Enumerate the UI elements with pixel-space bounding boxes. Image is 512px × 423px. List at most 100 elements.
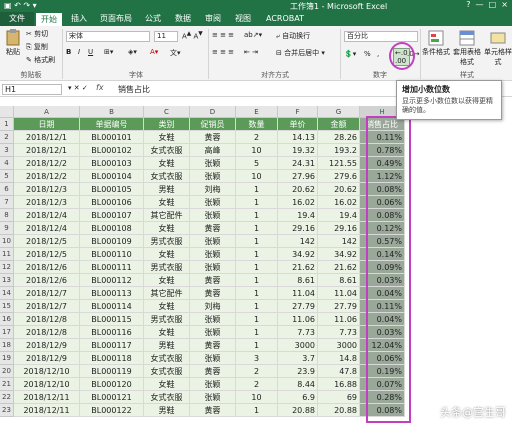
table-cell[interactable]: 黄蓉	[190, 404, 236, 417]
top-align-icon[interactable]: ≡ ≡ ≡	[212, 31, 234, 39]
name-box[interactable]: H1	[2, 84, 62, 95]
table-cell[interactable]: 0.09%	[360, 261, 405, 274]
table-cell[interactable]: 0.78%	[360, 144, 405, 157]
table-cell[interactable]: 142	[318, 235, 360, 248]
table-cell[interactable]: 1	[236, 313, 278, 326]
table-cell[interactable]: 2018/12/2	[14, 157, 80, 170]
help-icon[interactable]: ?	[466, 0, 470, 9]
table-cell[interactable]: 1.12%	[360, 170, 405, 183]
table-cell[interactable]: BL000104	[80, 170, 144, 183]
font-color-icon[interactable]: A▾	[150, 48, 158, 56]
conditional-format-button[interactable]: 条件格式	[422, 29, 450, 57]
table-cell[interactable]: 8.61	[278, 274, 318, 287]
table-cell[interactable]: BL000103	[80, 157, 144, 170]
table-cell[interactable]: 1	[236, 248, 278, 261]
fx-icon[interactable]: fx	[96, 83, 104, 92]
table-cell[interactable]: 0.06%	[360, 196, 405, 209]
row-header[interactable]: 22	[0, 391, 14, 404]
table-cell[interactable]: 其它配件	[144, 209, 190, 222]
table-cell[interactable]: 女鞋	[144, 300, 190, 313]
table-cell[interactable]: 29.16	[278, 222, 318, 235]
currency-icon[interactable]: 💲▾	[344, 50, 356, 58]
table-cell[interactable]: 女鞋	[144, 248, 190, 261]
table-cell[interactable]: BL000113	[80, 287, 144, 300]
font-size-select[interactable]: 11	[154, 31, 178, 42]
row-header[interactable]: 4	[0, 157, 14, 170]
table-cell[interactable]: BL000117	[80, 339, 144, 352]
table-cell[interactable]: 刘梅	[190, 300, 236, 313]
row-header[interactable]: 12	[0, 261, 14, 274]
table-cell[interactable]: 女鞋	[144, 157, 190, 170]
table-cell[interactable]: 男鞋	[144, 339, 190, 352]
table-cell[interactable]: BL000109	[80, 235, 144, 248]
tab-home[interactable]: 开始	[36, 12, 62, 26]
row-header[interactable]: 1	[0, 118, 14, 131]
column-header-b[interactable]: B	[80, 106, 144, 118]
table-cell[interactable]: 21.62	[318, 261, 360, 274]
table-cell[interactable]: 0.03%	[360, 274, 405, 287]
format-as-table-button[interactable]: 套用表格格式	[452, 29, 482, 67]
column-header-a[interactable]: A	[14, 106, 80, 118]
cut-button[interactable]: ✂ 剪切	[26, 29, 48, 39]
table-cell[interactable]: 2018/12/6	[14, 274, 80, 287]
maximize-button[interactable]: □	[489, 0, 497, 9]
table-cell[interactable]: 19.4	[278, 209, 318, 222]
table-cell[interactable]: 黄蓉	[190, 339, 236, 352]
table-cell[interactable]: 1	[236, 339, 278, 352]
table-cell[interactable]: 7.73	[278, 326, 318, 339]
table-cell[interactable]: 27.96	[278, 170, 318, 183]
table-header-cell[interactable]: 单据编号	[80, 118, 144, 131]
table-cell[interactable]: 3.7	[278, 352, 318, 365]
table-cell[interactable]: 张颖	[190, 326, 236, 339]
table-cell[interactable]: BL000114	[80, 300, 144, 313]
table-cell[interactable]: 2018/12/6	[14, 261, 80, 274]
table-cell[interactable]: 2018/12/4	[14, 222, 80, 235]
table-cell[interactable]: 0.06%	[360, 352, 405, 365]
table-cell[interactable]: 2018/12/1	[14, 144, 80, 157]
table-cell[interactable]: 0.08%	[360, 404, 405, 417]
table-cell[interactable]: 2	[236, 131, 278, 144]
table-cell[interactable]: 0.11%	[360, 131, 405, 144]
table-cell[interactable]: BL000115	[80, 313, 144, 326]
table-cell[interactable]: 8.44	[278, 378, 318, 391]
wrap-text-button[interactable]: ⤶ 自动换行	[276, 31, 310, 41]
row-header[interactable]: 18	[0, 339, 14, 352]
table-cell[interactable]: 刘梅	[190, 183, 236, 196]
table-header-cell[interactable]: 日期	[14, 118, 80, 131]
table-cell[interactable]: 1	[236, 235, 278, 248]
cell-styles-button[interactable]: 单元格样式	[484, 29, 512, 67]
table-cell[interactable]: BL000120	[80, 378, 144, 391]
row-header[interactable]: 14	[0, 287, 14, 300]
table-cell[interactable]: 女鞋	[144, 326, 190, 339]
table-cell[interactable]: 0.08%	[360, 183, 405, 196]
table-cell[interactable]: 张颖	[190, 313, 236, 326]
table-cell[interactable]: 1	[236, 300, 278, 313]
table-cell[interactable]: 2018/12/7	[14, 300, 80, 313]
table-cell[interactable]: 1	[236, 261, 278, 274]
minimize-button[interactable]: —	[476, 0, 484, 9]
table-cell[interactable]: 黄蓉	[190, 365, 236, 378]
table-cell[interactable]: 0.11%	[360, 300, 405, 313]
table-cell[interactable]: 3000	[318, 339, 360, 352]
table-cell[interactable]: BL000110	[80, 248, 144, 261]
table-cell[interactable]: 193.2	[318, 144, 360, 157]
table-cell[interactable]: 1	[236, 183, 278, 196]
table-cell[interactable]: 张颖	[190, 235, 236, 248]
table-cell[interactable]: 10	[236, 144, 278, 157]
quick-access-toolbar[interactable]: ▣ ↶ ↷ ▾	[4, 1, 37, 10]
tab-view[interactable]: 视图	[230, 12, 256, 26]
column-header-d[interactable]: D	[190, 106, 236, 118]
row-header[interactable]: 8	[0, 209, 14, 222]
table-cell[interactable]: 279.6	[318, 170, 360, 183]
table-cell[interactable]: 12.04%	[360, 339, 405, 352]
table-cell[interactable]: 高峰	[190, 144, 236, 157]
table-cell[interactable]: 7.73	[318, 326, 360, 339]
table-cell[interactable]: 黄蓉	[190, 222, 236, 235]
table-cell[interactable]: 女式衣服	[144, 170, 190, 183]
row-header[interactable]: 17	[0, 326, 14, 339]
table-cell[interactable]: 女鞋	[144, 196, 190, 209]
table-cell[interactable]: 2018/12/2	[14, 170, 80, 183]
copy-button[interactable]: ⎘ 复制	[26, 42, 48, 52]
row-header[interactable]: 10	[0, 235, 14, 248]
table-cell[interactable]: 1	[236, 196, 278, 209]
